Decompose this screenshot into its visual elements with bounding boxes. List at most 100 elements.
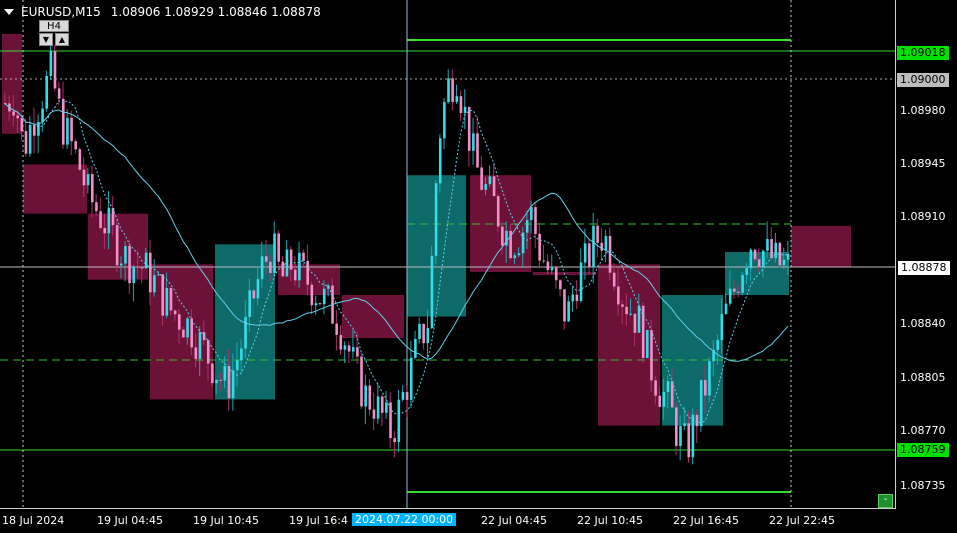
candle-body — [782, 259, 786, 266]
candle-body — [650, 329, 653, 381]
h4-candle-box — [791, 225, 851, 268]
price-axis-border — [895, 0, 896, 509]
time-crosshair-label: 2024.07.22 00:00 — [352, 513, 457, 526]
candle-body — [749, 249, 753, 269]
candle-body — [472, 133, 475, 151]
candle-body — [260, 256, 264, 280]
candle-body — [256, 279, 260, 299]
candle-body — [281, 261, 285, 277]
time-tick: 19 Jul 04:45 — [97, 514, 163, 527]
price-tick: 1.08770 — [900, 424, 946, 437]
candle-body — [534, 207, 537, 234]
candle-body — [182, 329, 185, 338]
h4-candle-box — [23, 164, 87, 214]
candle-body — [728, 288, 732, 304]
price-label-current: 1.08878 — [897, 260, 951, 276]
price-tick: 1.08840 — [900, 317, 946, 330]
chart-area[interactable] — [0, 0, 895, 508]
time-tick: 22 Jul 16:45 — [673, 514, 739, 527]
candle-body — [169, 288, 173, 311]
ohlc-values: 1.08906 1.08929 1.08846 1.08878 — [110, 5, 321, 19]
candle-body — [136, 266, 140, 268]
candle-body — [53, 51, 57, 89]
candle-body — [360, 356, 363, 407]
candle-body — [45, 75, 49, 109]
candle-body — [753, 249, 757, 260]
candle-body — [496, 196, 500, 227]
chart-canvas[interactable] — [0, 0, 895, 508]
candle-body — [231, 370, 235, 399]
candle-body — [99, 211, 102, 228]
candle-body — [405, 392, 409, 400]
symbol-label: EURUSD,M15 — [21, 5, 101, 19]
candle-body — [488, 176, 492, 185]
candle-body — [401, 392, 405, 400]
time-axis-border — [0, 508, 896, 509]
candle-body — [119, 263, 123, 266]
candle-body — [244, 316, 247, 349]
timeframe-panel: H4 ▼ ▲ — [39, 20, 69, 46]
candle-body — [774, 242, 778, 259]
chart-title[interactable]: EURUSD,M15 1.08906 1.08929 1.08846 1.088… — [4, 5, 321, 19]
candle-body — [695, 414, 699, 427]
candle-body — [190, 318, 193, 348]
h4-candle-box — [342, 295, 404, 339]
chart-shift-button[interactable]: - — [878, 494, 893, 508]
candle-body — [157, 274, 160, 276]
candle-body — [745, 268, 749, 275]
candle-body — [434, 183, 438, 256]
candle-body — [770, 239, 773, 259]
timeframe-up-button[interactable]: ▲ — [55, 33, 69, 46]
candle-body — [467, 106, 471, 151]
candle-body — [219, 379, 222, 381]
candle-body — [513, 255, 517, 259]
candle-body — [153, 275, 156, 293]
candle-body — [393, 438, 396, 443]
candle-body — [314, 303, 318, 306]
candle-body — [285, 249, 289, 277]
candle-body — [451, 78, 454, 102]
candle-body — [637, 305, 641, 333]
price-label-round: 1.09000 — [897, 73, 949, 87]
candle-body — [588, 243, 591, 268]
candle-body — [567, 301, 570, 322]
candle-body — [443, 102, 446, 139]
candle-body — [480, 167, 483, 190]
candle-body — [397, 399, 401, 443]
candle-body — [343, 345, 347, 350]
candle-body — [612, 272, 616, 287]
candle-body — [762, 250, 765, 267]
candle-body — [273, 233, 276, 273]
price-tick: 1.08735 — [900, 479, 946, 492]
candle-body — [492, 176, 496, 197]
candle-body — [107, 208, 111, 234]
candle-body — [368, 385, 372, 410]
price-tick: 1.08945 — [900, 157, 946, 170]
candle-body — [646, 329, 649, 358]
candle-body — [733, 288, 736, 292]
candle-body — [741, 274, 744, 293]
candle-body — [144, 252, 148, 269]
candle-body — [66, 117, 69, 145]
candle-body — [223, 365, 227, 381]
candle-body — [235, 360, 239, 371]
candle-body — [670, 381, 674, 408]
menu-triangle-icon[interactable] — [4, 9, 14, 15]
candle-body — [57, 88, 61, 99]
candle-body — [194, 347, 198, 359]
candle-body — [414, 338, 417, 358]
candle-body — [372, 409, 376, 419]
candle-body — [347, 345, 351, 352]
candle-body — [629, 313, 633, 315]
candle-body — [691, 414, 695, 458]
candle-body — [579, 262, 583, 301]
timeframe-label: H4 — [39, 20, 69, 32]
candle-body — [683, 423, 686, 427]
candle-body — [596, 225, 599, 243]
candle-body — [538, 233, 541, 261]
time-tick: 19 Jul 16:4 — [289, 514, 348, 527]
time-tick: 18 Jul 2024 — [2, 514, 65, 527]
candle-body — [542, 260, 546, 262]
candle-body — [318, 303, 322, 305]
timeframe-down-button[interactable]: ▼ — [39, 33, 53, 46]
